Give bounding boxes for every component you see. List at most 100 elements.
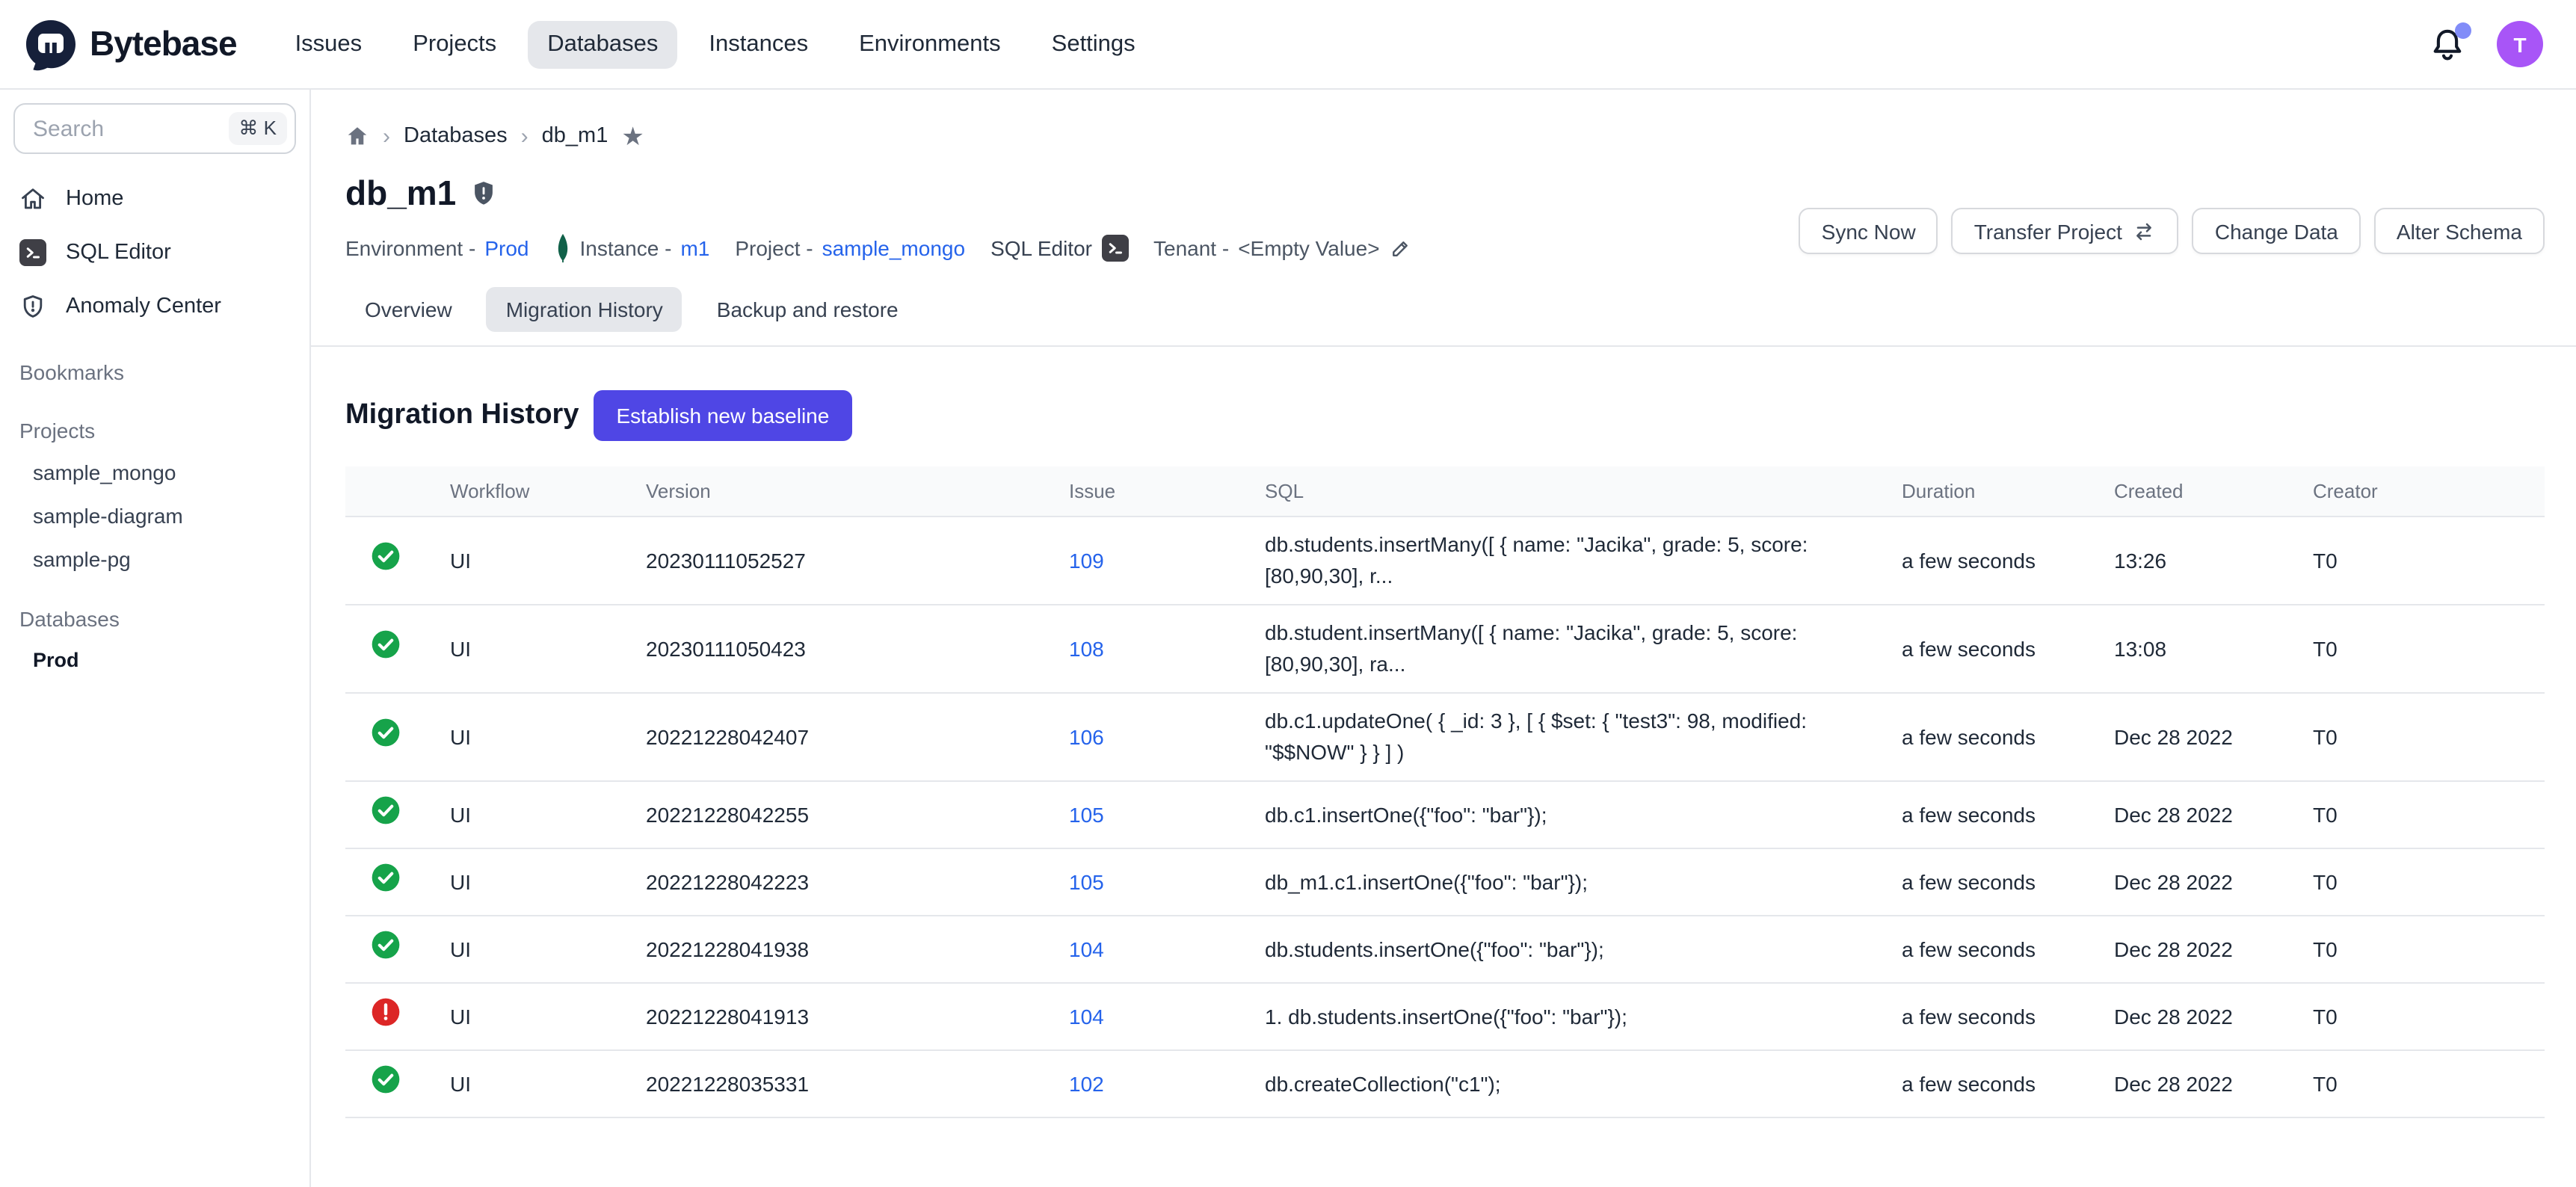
version-cell: 20230111052527 xyxy=(646,517,1069,605)
sidebar-section-bookmarks: Bookmarks xyxy=(0,353,309,392)
notification-dot xyxy=(2455,22,2471,38)
nav-databases[interactable]: Databases xyxy=(528,20,677,68)
tab-backup-and-restore[interactable]: Backup and restore xyxy=(697,287,918,332)
version-cell: 20230111050423 xyxy=(646,605,1069,693)
establish-baseline-button[interactable]: Establish new baseline xyxy=(594,390,851,441)
creator-cell: T0 xyxy=(2313,1050,2545,1117)
home-icon xyxy=(19,185,46,212)
sidebar-project-sample-mongo[interactable]: sample_mongo xyxy=(0,450,309,493)
status-success-icon xyxy=(369,861,402,894)
nav-environments[interactable]: Environments xyxy=(839,20,1020,68)
top-nav-items: Issues Projects Databases Instances Envi… xyxy=(276,20,1155,68)
issue-link[interactable]: 105 xyxy=(1069,869,1104,893)
workflow-cell: UI xyxy=(450,1050,646,1117)
issue-link[interactable]: 109 xyxy=(1069,548,1104,572)
sql-cell: 1. db.students.insertOne({"foo": "bar"})… xyxy=(1265,1001,1860,1032)
project-link[interactable]: sample_mongo xyxy=(822,236,965,260)
sidebar-item-label: SQL Editor xyxy=(66,241,171,265)
created-cell: Dec 28 2022 xyxy=(2114,1050,2313,1117)
issue-link[interactable]: 104 xyxy=(1069,1004,1104,1028)
breadcrumb-home-icon[interactable] xyxy=(345,124,369,148)
sidebar-database-prod[interactable]: Prod xyxy=(0,638,309,682)
sql-cell: db.c1.updateOne( { _id: 3 }, [ { $set: {… xyxy=(1265,706,1860,768)
issue-link[interactable]: 106 xyxy=(1069,724,1104,748)
issue-link[interactable]: 108 xyxy=(1069,636,1104,660)
version-cell: 20221228035331 xyxy=(646,1050,1069,1117)
database-shield-icon xyxy=(469,179,498,207)
duration-cell: a few seconds xyxy=(1902,693,2114,781)
sql-cell: db_m1.c1.insertOne({"foo": "bar"}); xyxy=(1265,866,1860,898)
breadcrumb-db-m1[interactable]: db_m1 xyxy=(542,124,608,148)
bytebase-brand[interactable]: Bytebase xyxy=(24,17,237,71)
issue-link[interactable]: 104 xyxy=(1069,937,1104,961)
environment-link[interactable]: Prod xyxy=(484,236,529,260)
instance-link[interactable]: m1 xyxy=(680,236,709,260)
col-duration: Duration xyxy=(1902,466,2114,517)
sidebar-project-sample-diagram[interactable]: sample-diagram xyxy=(0,493,309,537)
table-row[interactable]: UI 20221228041938 104 db.students.insert… xyxy=(345,916,2545,983)
sidebar-item-sql-editor[interactable]: SQL Editor xyxy=(0,226,309,280)
bookmark-star-icon[interactable]: ★ xyxy=(621,123,644,149)
nav-instances[interactable]: Instances xyxy=(689,20,828,68)
transfer-project-label: Transfer Project xyxy=(1974,219,2122,243)
sync-now-button[interactable]: Sync Now xyxy=(1799,208,1938,254)
workflow-cell: UI xyxy=(450,605,646,693)
version-cell: 20221228041938 xyxy=(646,916,1069,983)
table-row[interactable]: UI 20221228042255 105 db.c1.insertOne({"… xyxy=(345,781,2545,848)
nav-projects[interactable]: Projects xyxy=(393,20,516,68)
sql-cell: db.students.insertMany([ { name: "Jacika… xyxy=(1265,529,1860,592)
sql-cell: db.student.insertMany([ { name: "Jacika"… xyxy=(1265,617,1860,680)
nav-issues[interactable]: Issues xyxy=(276,20,382,68)
created-cell: 13:08 xyxy=(2114,605,2313,693)
created-cell: Dec 28 2022 xyxy=(2114,848,2313,916)
status-success-icon xyxy=(369,928,402,961)
issue-link[interactable]: 102 xyxy=(1069,1071,1104,1095)
status-success-icon xyxy=(369,540,402,573)
tab-migration-history[interactable]: Migration History xyxy=(487,287,682,332)
breadcrumb-databases[interactable]: Databases xyxy=(404,124,508,148)
sql-cell: db.students.insertOne({"foo": "bar"}); xyxy=(1265,934,1860,965)
change-data-button[interactable]: Change Data xyxy=(2193,208,2361,254)
meta-label: Tenant - xyxy=(1153,236,1229,260)
duration-cell: a few seconds xyxy=(1902,848,2114,916)
issue-link[interactable]: 105 xyxy=(1069,802,1104,826)
version-cell: 20221228041913 xyxy=(646,983,1069,1050)
table-row[interactable]: UI 20221228042223 105 db_m1.c1.insertOne… xyxy=(345,848,2545,916)
edit-pencil-icon[interactable] xyxy=(1389,237,1411,259)
table-row[interactable]: UI 20221228035331 102 db.createCollectio… xyxy=(345,1050,2545,1117)
workflow-cell: UI xyxy=(450,983,646,1050)
duration-cell: a few seconds xyxy=(1902,983,2114,1050)
table-header-row: Workflow Version Issue SQL Duration Crea… xyxy=(345,466,2545,517)
table-row[interactable]: UI 20221228041913 104 1. db.students.ins… xyxy=(345,983,2545,1050)
migration-history-table: Workflow Version Issue SQL Duration Crea… xyxy=(345,466,2545,1118)
workflow-cell: UI xyxy=(450,693,646,781)
bytebase-logo-icon xyxy=(24,17,78,71)
created-cell: Dec 28 2022 xyxy=(2114,983,2313,1050)
table-row[interactable]: UI 20230111050423 108 db.student.insertM… xyxy=(345,605,2545,693)
alter-schema-button[interactable]: Alter Schema xyxy=(2374,208,2545,254)
nav-settings[interactable]: Settings xyxy=(1032,20,1155,68)
meta-project: Project - sample_mongo xyxy=(735,236,965,260)
breadcrumb-separator: › xyxy=(521,125,529,147)
sidebar-item-home[interactable]: Home xyxy=(0,172,309,226)
meta-label: SQL Editor xyxy=(990,236,1092,260)
workflow-cell: UI xyxy=(450,916,646,983)
workflow-cell: UI xyxy=(450,848,646,916)
transfer-project-button[interactable]: Transfer Project xyxy=(1952,208,2179,254)
sql-editor-icon xyxy=(19,239,46,266)
tab-overview[interactable]: Overview xyxy=(345,287,472,332)
brand-name: Bytebase xyxy=(90,24,237,64)
avatar[interactable]: T xyxy=(2497,21,2543,67)
sidebar-project-sample-pg[interactable]: sample-pg xyxy=(0,537,309,580)
notification-bell-icon[interactable] xyxy=(2428,25,2467,64)
col-creator: Creator xyxy=(2313,466,2545,517)
created-cell: 13:26 xyxy=(2114,517,2313,605)
table-row[interactable]: UI 20230111052527 109 db.students.insert… xyxy=(345,517,2545,605)
duration-cell: a few seconds xyxy=(1902,605,2114,693)
sidebar-nav: Home SQL Editor xyxy=(0,172,309,333)
sidebar-item-anomaly-center[interactable]: Anomaly Center xyxy=(0,280,309,333)
table-row[interactable]: UI 20221228042407 106 db.c1.updateOne( {… xyxy=(345,693,2545,781)
sql-editor-launch-icon[interactable] xyxy=(1101,235,1128,262)
status-success-icon xyxy=(369,794,402,827)
search-input[interactable] xyxy=(30,114,219,143)
